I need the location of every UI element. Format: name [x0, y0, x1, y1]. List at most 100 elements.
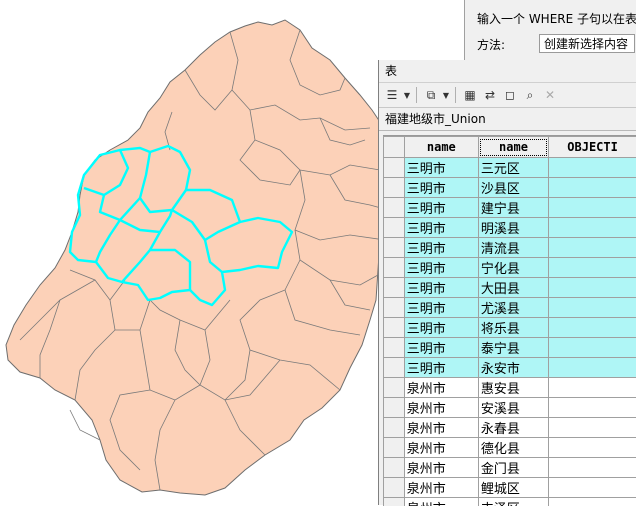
cell-city-name[interactable]: 泉州市: [404, 398, 478, 418]
cell-city-name[interactable]: 三明市: [404, 298, 478, 318]
cell-objectid[interactable]: [549, 278, 636, 298]
cell-county-name[interactable]: 永安市: [478, 358, 548, 378]
cell-objectid[interactable]: [549, 478, 636, 498]
row-selector[interactable]: [384, 458, 405, 478]
cell-county-name[interactable]: 大田县: [478, 278, 548, 298]
column-header-objectid[interactable]: OBJECTI: [549, 137, 636, 158]
table-tab[interactable]: 福建地级市_Union: [379, 108, 636, 131]
table-row[interactable]: 泉州市安溪县: [384, 398, 636, 418]
table-row[interactable]: 三明市尤溪县: [384, 298, 636, 318]
cell-county-name[interactable]: 惠安县: [478, 378, 548, 398]
table-row[interactable]: 泉州市德化县: [384, 438, 636, 458]
related-tables-dropdown-icon[interactable]: ▼: [442, 91, 450, 100]
cell-county-name[interactable]: 明溪县: [478, 218, 548, 238]
cell-county-name[interactable]: 建宁县: [478, 198, 548, 218]
table-row[interactable]: 三明市清流县: [384, 238, 636, 258]
cell-county-name[interactable]: 沙县区: [478, 178, 548, 198]
table-row[interactable]: 三明市三元区: [384, 158, 636, 178]
table-row[interactable]: 三明市永安市: [384, 358, 636, 378]
table-row[interactable]: 三明市沙县区: [384, 178, 636, 198]
cell-city-name[interactable]: 泉州市: [404, 418, 478, 438]
table-row[interactable]: 三明市宁化县: [384, 258, 636, 278]
row-selector[interactable]: [384, 218, 405, 238]
cell-objectid[interactable]: [549, 358, 636, 378]
cell-county-name[interactable]: 清流县: [478, 238, 548, 258]
row-selector[interactable]: [384, 158, 405, 178]
cell-city-name[interactable]: 三明市: [404, 318, 478, 338]
row-selector[interactable]: [384, 438, 405, 458]
cell-objectid[interactable]: [549, 418, 636, 438]
table-row[interactable]: 泉州市金门县: [384, 458, 636, 478]
row-selector[interactable]: [384, 258, 405, 278]
cell-objectid[interactable]: [549, 258, 636, 278]
column-header-name-city[interactable]: name: [404, 137, 478, 158]
related-tables-icon[interactable]: ⧉: [422, 86, 440, 104]
cell-objectid[interactable]: [549, 238, 636, 258]
cell-city-name[interactable]: 泉州市: [404, 378, 478, 398]
table-row[interactable]: 三明市明溪县: [384, 218, 636, 238]
cell-city-name[interactable]: 三明市: [404, 218, 478, 238]
cell-county-name[interactable]: 永春县: [478, 418, 548, 438]
table-row[interactable]: 三明市建宁县: [384, 198, 636, 218]
table-options-dropdown-icon[interactable]: ▼: [403, 91, 411, 100]
table-options-icon[interactable]: ☰: [383, 86, 401, 104]
row-header-corner[interactable]: [384, 137, 405, 158]
cell-city-name[interactable]: 泉州市: [404, 438, 478, 458]
cell-city-name[interactable]: 三明市: [404, 338, 478, 358]
row-selector[interactable]: [384, 178, 405, 198]
cell-objectid[interactable]: [549, 438, 636, 458]
row-selector[interactable]: [384, 418, 405, 438]
cell-city-name[interactable]: 三明市: [404, 178, 478, 198]
select-by-attributes-icon[interactable]: ▦: [461, 86, 479, 104]
cell-objectid[interactable]: [549, 158, 636, 178]
table-row[interactable]: 泉州市鲤城区: [384, 478, 636, 498]
row-selector[interactable]: [384, 398, 405, 418]
cell-city-name[interactable]: 三明市: [404, 238, 478, 258]
cell-city-name[interactable]: 泉州市: [404, 478, 478, 498]
cell-city-name[interactable]: 三明市: [404, 278, 478, 298]
cell-objectid[interactable]: [549, 378, 636, 398]
cell-county-name[interactable]: 德化县: [478, 438, 548, 458]
cell-objectid[interactable]: [549, 318, 636, 338]
row-selector[interactable]: [384, 358, 405, 378]
column-header-name-county[interactable]: name: [478, 137, 548, 158]
cell-objectid[interactable]: [549, 298, 636, 318]
table-row[interactable]: 三明市将乐县: [384, 318, 636, 338]
cell-objectid[interactable]: [549, 458, 636, 478]
cell-city-name[interactable]: 三明市: [404, 358, 478, 378]
clear-selection-icon[interactable]: ◻: [501, 86, 519, 104]
table-row[interactable]: 三明市泰宁县: [384, 338, 636, 358]
cell-county-name[interactable]: 鲤城区: [478, 478, 548, 498]
row-selector[interactable]: [384, 298, 405, 318]
table-row[interactable]: 泉州市永春县: [384, 418, 636, 438]
cell-county-name[interactable]: 安溪县: [478, 398, 548, 418]
table-row[interactable]: 泉州市惠安县: [384, 378, 636, 398]
cell-city-name[interactable]: 三明市: [404, 158, 478, 178]
cell-county-name[interactable]: 泰宁县: [478, 338, 548, 358]
cell-county-name[interactable]: 将乐县: [478, 318, 548, 338]
attribute-table-grid[interactable]: name name OBJECTI 三明市三元区三明市沙县区三明市建宁县三明市明…: [383, 135, 636, 506]
cell-objectid[interactable]: [549, 398, 636, 418]
row-selector[interactable]: [384, 338, 405, 358]
cell-county-name[interactable]: 宁化县: [478, 258, 548, 278]
cell-objectid[interactable]: [549, 198, 636, 218]
cell-objectid[interactable]: [549, 218, 636, 238]
cell-city-name[interactable]: 三明市: [404, 198, 478, 218]
cell-objectid[interactable]: [549, 178, 636, 198]
cell-county-name[interactable]: 三元区: [478, 158, 548, 178]
row-selector[interactable]: [384, 318, 405, 338]
cell-city-name[interactable]: 泉州市: [404, 458, 478, 478]
row-selector[interactable]: [384, 238, 405, 258]
zoom-to-selected-icon[interactable]: ⌕: [521, 86, 539, 104]
cell-county-name[interactable]: 尤溪县: [478, 298, 548, 318]
row-selector[interactable]: [384, 378, 405, 398]
cell-objectid[interactable]: [549, 338, 636, 358]
delete-selected-icon[interactable]: ✕: [541, 86, 559, 104]
method-select[interactable]: 创建新选择内容: [539, 34, 635, 53]
row-selector[interactable]: [384, 278, 405, 298]
cell-county-name[interactable]: 金门县: [478, 458, 548, 478]
row-selector[interactable]: [384, 478, 405, 498]
switch-selection-icon[interactable]: ⇄: [481, 86, 499, 104]
table-row[interactable]: 三明市大田县: [384, 278, 636, 298]
row-selector[interactable]: [384, 198, 405, 218]
